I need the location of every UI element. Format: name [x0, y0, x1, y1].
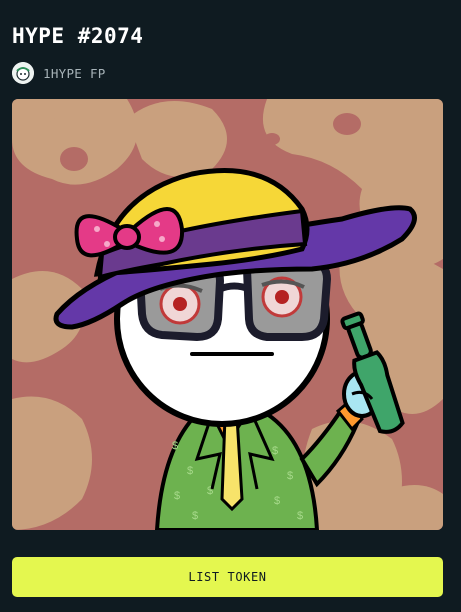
svg-text:$: $ [172, 440, 178, 452]
svg-text:$: $ [187, 465, 193, 477]
svg-text:$: $ [287, 470, 293, 482]
svg-text:$: $ [192, 510, 198, 522]
svg-text:$: $ [174, 490, 180, 502]
token-artwork: $ $ $ $ $ $ $ $ $ [12, 99, 443, 530]
token-title: HYPE #2074 [12, 24, 144, 48]
collection-name: 1HYPE FP [43, 65, 106, 81]
collection-avatar-icon [12, 62, 34, 84]
list-token-button[interactable]: LIST TOKEN [12, 557, 443, 597]
collection-link[interactable]: 1HYPE FP [12, 62, 106, 84]
svg-text:$: $ [274, 495, 280, 507]
svg-text:$: $ [297, 510, 303, 522]
svg-text:$: $ [272, 445, 278, 457]
